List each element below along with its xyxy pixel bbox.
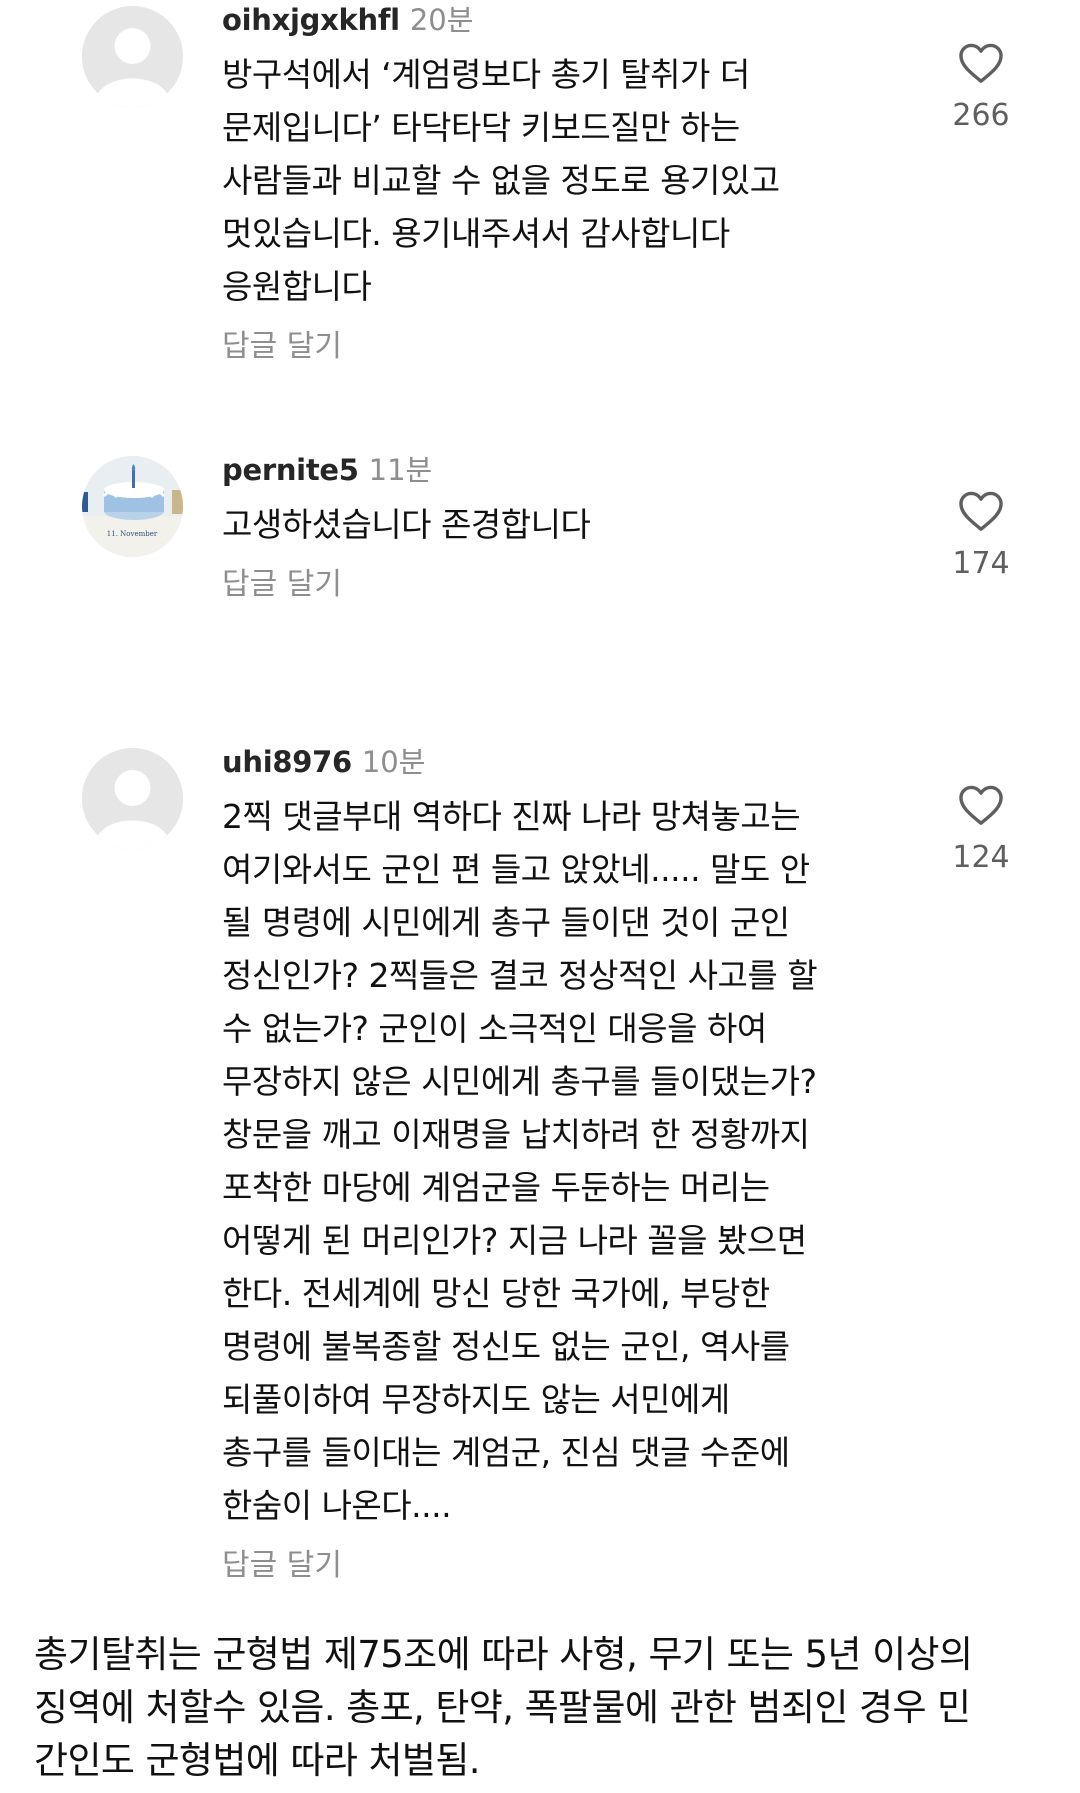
- comment-text-line: 고생하셨습니다 존경합니다: [222, 505, 591, 544]
- cake-photo-avatar: 11. November: [82, 456, 183, 557]
- heart-outline-icon: [959, 785, 1003, 825]
- heart-outline-icon: [959, 491, 1003, 531]
- comment-text-line: 수 없는가? 군인이 소극적인 대응을 하여: [222, 1009, 767, 1048]
- like-button[interactable]: 174: [940, 490, 1022, 582]
- comment-meta: pernite5 11분: [222, 450, 922, 490]
- reply-button[interactable]: 답글 달기: [222, 1546, 922, 1586]
- comment-time: 10분: [361, 745, 426, 779]
- comment-text: 방구석에서 ‘계엄령보다 총기 탈취가 더 문제입니다’ 타닥타닥 키보드질만 …: [222, 48, 922, 313]
- like-button[interactable]: 124: [940, 784, 1022, 876]
- comment-username[interactable]: pernite5: [222, 453, 359, 487]
- heart-outline-icon: [959, 43, 1003, 83]
- like-button[interactable]: 266: [940, 42, 1022, 134]
- comment-text: 2찍 댓글부대 역하다 진짜 나라 망쳐놓고는 여기와서도 군인 편 들고 앉았…: [222, 790, 922, 1532]
- comment-text-line: 포착한 마당에 계엄군을 두둔하는 머리는: [222, 1168, 770, 1207]
- avatar[interactable]: [82, 6, 183, 107]
- reply-button[interactable]: 답글 달기: [222, 327, 922, 367]
- comment-meta: oihxjgxkhfl 20분: [222, 0, 922, 40]
- like-count: 124: [952, 840, 1010, 875]
- comment-text-line: 될 명령에 시민에게 총구 들이댄 것이 군인: [222, 903, 790, 942]
- avatar[interactable]: [82, 748, 183, 849]
- like-count: 266: [952, 98, 1010, 133]
- avatar-caption: 11. November: [107, 530, 158, 538]
- caption-line: 간인도 군형법에 따라 처벌됨.: [34, 1739, 481, 1782]
- comment-text-line: 무장하지 않은 시민에게 총구를 들이댔는가?: [222, 1062, 817, 1101]
- avatar[interactable]: 11. November: [82, 456, 183, 557]
- caption-line: 총기탈취는 군형법 제75조에 따라 사형, 무기 또는 5년 이상의: [34, 1633, 973, 1676]
- comment-meta: uhi8976 10분: [222, 742, 922, 782]
- comment-text-line: 되풀이하여 무장하지도 않는 서민에게: [222, 1380, 730, 1419]
- default-avatar-icon: [82, 748, 183, 849]
- caption-note: 총기탈취는 군형법 제75조에 따라 사형, 무기 또는 5년 이상의 징역에 …: [34, 1628, 1064, 1787]
- comment-content: uhi8976 10분 2찍 댓글부대 역하다 진짜 나라 망쳐놓고는 여기와서도…: [222, 742, 922, 1586]
- comment-text-line: 멋있습니다. 용기내주셔서 감사합니다: [222, 214, 730, 253]
- comment-text-line: 한숨이 나온다....: [222, 1486, 452, 1525]
- comment-text-line: 여기와서도 군인 편 들고 앉았네..... 말도 안: [222, 850, 810, 889]
- comment-time: 11분: [368, 453, 433, 487]
- comment-text-line: 사람들과 비교할 수 없을 정도로 용기있고: [222, 161, 780, 200]
- comment-text-line: 한다. 전세계에 망신 당한 국가에, 부당한: [222, 1274, 770, 1313]
- comment-content: oihxjgxkhfl 20분 방구석에서 ‘계엄령보다 총기 탈취가 더 문제입…: [222, 0, 922, 367]
- comment-text-line: 창문을 깨고 이재명을 납치하려 한 정황까지: [222, 1115, 810, 1154]
- comment-content: pernite5 11분 고생하셨습니다 존경합니다 답글 달기: [222, 450, 922, 605]
- comment-text-line: 총구를 들이대는 계엄군, 진심 댓글 수준에: [222, 1433, 790, 1472]
- comment-text-line: 방구석에서 ‘계엄령보다 총기 탈취가 더: [222, 55, 750, 94]
- comment-text-line: 정신인가? 2찍들은 결코 정상적인 사고를 할: [222, 956, 818, 995]
- like-count: 174: [952, 546, 1010, 581]
- comment-text-line: 어떻게 된 머리인가? 지금 나라 꼴을 봤으면: [222, 1221, 807, 1260]
- comment-text-line: 명령에 불복종할 정신도 없는 군인, 역사를: [222, 1327, 790, 1366]
- default-avatar-icon: [82, 6, 183, 107]
- reply-button[interactable]: 답글 달기: [222, 565, 922, 605]
- comment-time: 20분: [409, 3, 474, 37]
- comment-text: 고생하셨습니다 존경합니다: [222, 498, 922, 551]
- comment-text-line: 2찍 댓글부대 역하다 진짜 나라 망쳐놓고는: [222, 797, 801, 836]
- comment-username[interactable]: uhi8976: [222, 745, 352, 779]
- comment-text-line: 응원합니다: [222, 267, 372, 306]
- comment-text-line: 문제입니다’ 타닥타닥 키보드질만 하는: [222, 108, 740, 147]
- comment-username[interactable]: oihxjgxkhfl: [222, 3, 400, 37]
- caption-line: 징역에 처할수 있음. 총포, 탄약, 폭팔물에 관한 범죄인 경우 민: [34, 1686, 971, 1729]
